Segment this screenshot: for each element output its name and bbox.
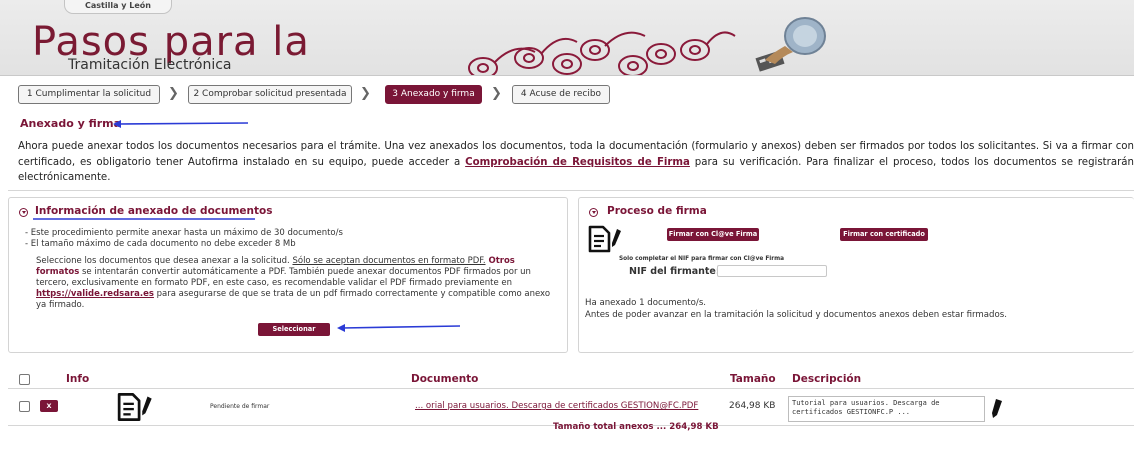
select-all-checkbox[interactable] <box>19 374 30 385</box>
nif-note: Solo completar el NIF para firmar con Cl… <box>619 256 785 262</box>
chevron-right-icon: ❯ <box>360 86 371 101</box>
intro-paragraph: Ahora puede anexar todos los documentos … <box>18 139 1134 186</box>
row-checkbox[interactable] <box>19 401 30 412</box>
site-title: Pasos para la <box>32 19 310 65</box>
collapse-icon[interactable] <box>589 208 598 217</box>
table-header-divider <box>8 388 1134 389</box>
annotation-underline <box>33 218 255 220</box>
column-header-info: Info <box>66 373 90 385</box>
edit-pencil-icon[interactable] <box>990 398 1004 420</box>
site-header: Castilla y León Pasos para la Tramitació… <box>0 0 1134 76</box>
delete-document-button[interactable]: X <box>40 400 58 412</box>
column-header-description: Descripción <box>792 373 862 385</box>
select-button[interactable]: Seleccionar <box>258 323 330 336</box>
sign-certificate-button[interactable]: Firmar con certificado <box>840 228 928 241</box>
attachment-info-panel: Información de anexado de documentos - E… <box>8 197 568 353</box>
step-4[interactable]: 4 Acuse de recibo <box>512 85 610 104</box>
nif-label: NIF del firmante: <box>629 266 720 277</box>
step-3-active[interactable]: 3 Anexado y firma <box>385 85 482 104</box>
requirements-link[interactable]: Comprobación de Requisitos de Firma <box>465 157 690 168</box>
total-size: Tamaño total anexos ... 264,98 KB <box>553 422 719 432</box>
page-title: Anexado y firma <box>20 117 122 130</box>
document-link[interactable]: ... orial para usuarios. Descarga de cer… <box>415 401 698 411</box>
document-description-input[interactable]: Tutorial para usuarios. Descarga de cert… <box>788 396 985 422</box>
sign-document-icon[interactable] <box>116 392 158 422</box>
column-header-size: Tamaño <box>730 373 776 385</box>
annotation-arrow-icon <box>113 120 249 128</box>
step-2[interactable]: 2 Comprobar solicitud presentada <box>188 85 352 104</box>
divider <box>8 190 1134 191</box>
signature-status: Ha anexado 1 documento/s. Antes de poder… <box>585 297 1007 321</box>
desc-text: Seleccione los documentos que desea anex… <box>36 256 293 266</box>
rules-list: - Este procedimiento permite anexar hast… <box>25 228 343 250</box>
document-sign-icon <box>588 225 621 253</box>
step-1[interactable]: 1 Cumplimentar la solicitud <box>18 85 160 104</box>
attachment-description: Seleccione los documentos que desea anex… <box>36 256 556 311</box>
header-decoration-stamps-icon <box>468 17 826 75</box>
column-header-document: Documento <box>411 373 479 385</box>
signature-process-panel: Proceso de firma Firmar con Cl@ve Firma … <box>578 197 1134 353</box>
rule-item: - El tamaño máximo de cada documento no … <box>25 239 296 249</box>
document-size: 264,98 KB <box>729 401 776 411</box>
panel-title-attachment: Información de anexado de documentos <box>35 205 273 217</box>
annotation-arrow-icon <box>337 324 461 332</box>
chevron-right-icon: ❯ <box>491 86 502 101</box>
status-line: Antes de poder avanzar en la tramitación… <box>585 310 1007 320</box>
collapse-icon[interactable] <box>19 208 28 217</box>
rule-item: - Este procedimiento permite anexar hast… <box>25 228 343 238</box>
site-subtitle: Tramitación Electrónica <box>68 57 232 73</box>
chevron-right-icon: ❯ <box>168 86 179 101</box>
pdf-only-text: Sólo se aceptan documentos en formato PD… <box>292 256 486 266</box>
status-line: Ha anexado 1 documento/s. <box>585 298 707 308</box>
region-tab[interactable]: Castilla y León <box>64 0 172 14</box>
nif-input[interactable] <box>717 265 827 277</box>
sign-clave-button[interactable]: Firmar con Cl@ve Firma <box>667 228 759 241</box>
desc-text: se intentarán convertir automáticamente … <box>36 267 531 288</box>
panel-title-signature: Proceso de firma <box>607 205 707 217</box>
valide-link[interactable]: https://valide.redsara.es <box>36 289 154 299</box>
document-status: Pendiente de firmar <box>210 403 270 410</box>
